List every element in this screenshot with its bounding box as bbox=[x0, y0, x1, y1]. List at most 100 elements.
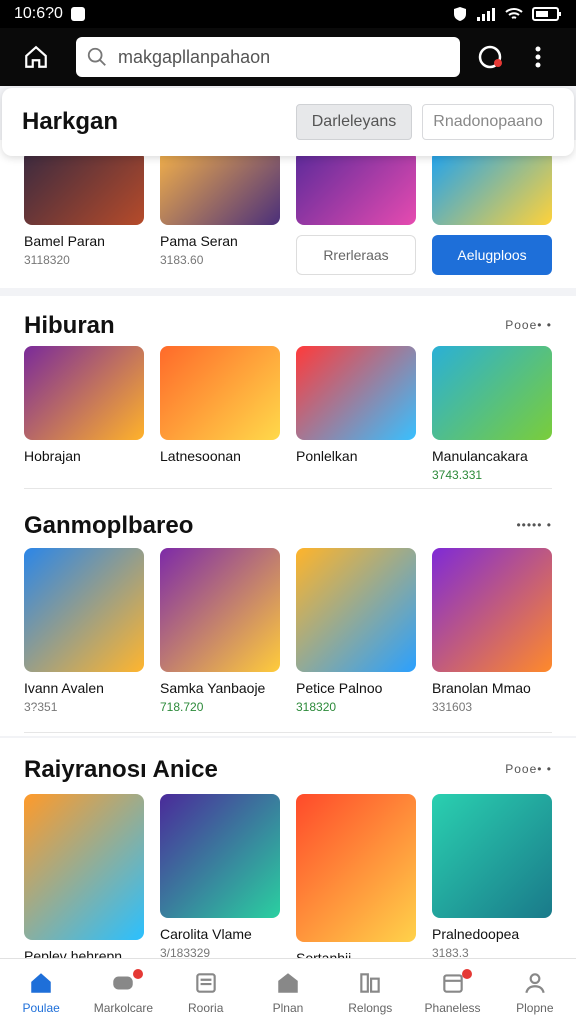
search-placeholder: makgapllanpahaon bbox=[118, 46, 271, 67]
featured-tile[interactable] bbox=[296, 150, 416, 225]
header-card: Harkgan Darleleyans Rnadonopaano bbox=[2, 88, 574, 156]
tile-title: Ivann Avalen bbox=[24, 680, 104, 696]
nav-label: Rooria bbox=[188, 1000, 224, 1015]
game-tile[interactable]: Manulancakara 3743.331 bbox=[432, 346, 552, 482]
section-title: Raiyranosı Anice bbox=[24, 756, 218, 783]
status-time: 10:6?0 bbox=[14, 5, 63, 22]
game-tile[interactable]: Ponlelkan bbox=[296, 346, 416, 464]
nav-item-home[interactable]: Poulae bbox=[0, 959, 82, 1024]
tile-title: Latnesoonan bbox=[160, 448, 241, 464]
notification-badge bbox=[461, 969, 472, 979]
featured-tile[interactable]: Bamel Paran 3118320 bbox=[24, 150, 144, 267]
game-tile[interactable]: Carolita Vlame 3/183329 bbox=[160, 794, 280, 960]
section-hiburan: Hiburan Pooe• • Hobrajan Latnesoonan Pon… bbox=[0, 296, 576, 496]
game-tile[interactable]: Ivann Avalen 3?351 bbox=[24, 548, 144, 714]
game-thumbnail bbox=[160, 150, 280, 225]
nav-label: Poulae bbox=[22, 1000, 60, 1015]
tile-title: Pralnedoopea bbox=[432, 926, 520, 942]
library-icon bbox=[356, 969, 384, 997]
header-button-primary[interactable]: Darleleyans bbox=[296, 104, 412, 140]
tile-subtitle: 3743.331 bbox=[432, 468, 483, 482]
tile-title: Bamel Paran bbox=[24, 233, 105, 249]
section-ganmoplbareo: Ganmoplbareo ••••• • Ivann Avalen 3?351 … bbox=[0, 496, 576, 736]
nav-item-rooria[interactable]: Rooria bbox=[165, 959, 247, 1024]
nav-item-phaneless[interactable]: Phaneless bbox=[411, 959, 493, 1024]
divider bbox=[24, 732, 552, 733]
home-button[interactable] bbox=[12, 33, 60, 81]
divider bbox=[24, 488, 552, 489]
profile-icon bbox=[521, 969, 549, 997]
game-thumbnail bbox=[24, 794, 144, 940]
header-button-secondary[interactable]: Rnadonopaano bbox=[422, 104, 554, 140]
primary-action-button[interactable]: Aelugploos bbox=[432, 235, 552, 275]
game-tile[interactable]: Peplev hehrepn bbox=[24, 794, 144, 964]
nav-label: Markolcare bbox=[93, 1000, 154, 1015]
tile-subtitle: 3?351 bbox=[24, 700, 58, 714]
game-thumbnail bbox=[296, 548, 416, 672]
notification-icon bbox=[70, 7, 85, 21]
tile-title: Pama Seran bbox=[160, 233, 238, 249]
nav-item-plnan[interactable]: Plnan bbox=[247, 959, 329, 1024]
bottom-navigation: Poulae Markolcare Rooria Plnan Relongs P… bbox=[0, 958, 576, 1024]
tile-title: Samka Yanbaoje bbox=[160, 680, 266, 696]
game-tile[interactable]: Samka Yanbaoje 718.720 bbox=[160, 548, 280, 714]
home-icon bbox=[25, 45, 47, 68]
game-tile[interactable]: Petice Palnoo 318320 bbox=[296, 548, 416, 714]
tile-title: Ponlelkan bbox=[296, 448, 358, 464]
tile-subtitle: 3118320 bbox=[24, 253, 70, 267]
tile-subtitle: 3183.60 bbox=[160, 253, 204, 267]
notification-badge bbox=[132, 969, 143, 979]
game-tile[interactable]: Sortanhii bbox=[296, 794, 416, 966]
battery-icon bbox=[532, 7, 561, 21]
nav-item-plopne[interactable]: Plopne bbox=[494, 959, 576, 1024]
tile-title: Hobrajan bbox=[24, 448, 81, 464]
game-tile[interactable]: Latnesoonan bbox=[160, 346, 280, 464]
game-thumbnail bbox=[432, 346, 552, 440]
game-tile[interactable]: Pralnedoopea 3183.3 bbox=[432, 794, 552, 960]
tile-subtitle: 331603 bbox=[432, 700, 473, 714]
nav-label: Phaneless bbox=[424, 1000, 481, 1015]
section-more-link[interactable]: ••••• • bbox=[516, 518, 552, 532]
app-bar: makgapllanpahaon bbox=[0, 28, 576, 86]
more-options-button[interactable] bbox=[520, 39, 556, 75]
nav-item-markolcare[interactable]: Markolcare bbox=[82, 959, 164, 1024]
nav-item-relongs[interactable]: Relongs bbox=[329, 959, 411, 1024]
secondary-action-button[interactable]: Rrerleraas bbox=[296, 235, 416, 275]
search-input[interactable]: makgapllanpahaon bbox=[76, 37, 460, 77]
section-title: Hiburan bbox=[24, 312, 115, 339]
game-tile[interactable]: Branolan Mmao 331603 bbox=[432, 548, 552, 714]
news-icon bbox=[192, 969, 220, 997]
tile-title: Branolan Mmao bbox=[432, 680, 531, 696]
game-thumbnail bbox=[432, 548, 552, 672]
game-thumbnail bbox=[160, 548, 280, 672]
game-thumbnail bbox=[160, 346, 280, 440]
game-thumbnail bbox=[296, 794, 416, 942]
game-tile[interactable]: Hobrajan bbox=[24, 346, 144, 464]
game-thumbnail bbox=[296, 150, 416, 225]
tile-subtitle: 718.720 bbox=[160, 700, 204, 714]
game-thumbnail bbox=[432, 794, 552, 918]
game-thumbnail bbox=[296, 346, 416, 440]
nav-label: Plnan bbox=[272, 1000, 304, 1015]
section-more-link[interactable]: Pooe• • bbox=[505, 318, 552, 332]
featured-tile[interactable] bbox=[432, 150, 552, 225]
game-thumbnail bbox=[24, 150, 144, 225]
nav-label: Relongs bbox=[348, 1000, 393, 1015]
featured-section: Bamel Paran 3118320 Pama Seran 3183.60 R… bbox=[0, 140, 576, 288]
shield-icon bbox=[454, 7, 466, 21]
featured-tile[interactable]: Pama Seran 3183.60 bbox=[160, 150, 280, 267]
store-icon bbox=[274, 969, 302, 997]
record-icon bbox=[478, 45, 502, 69]
tile-subtitle: 318320 bbox=[296, 700, 337, 714]
game-thumbnail bbox=[24, 548, 144, 672]
status-bar: 10:6?0 bbox=[0, 0, 576, 28]
signal-icon bbox=[477, 8, 495, 21]
section-more-link[interactable]: Pooe• • bbox=[505, 762, 552, 776]
section-raiyranosi-anice: Raiyranosı Anice Pooe• • Peplev hehrepn … bbox=[0, 738, 576, 966]
search-icon bbox=[87, 47, 106, 66]
home-icon bbox=[27, 969, 55, 997]
record-button[interactable] bbox=[472, 39, 508, 75]
section-title: Ganmoplbareo bbox=[24, 512, 194, 539]
tile-title: Carolita Vlame bbox=[160, 926, 252, 942]
nav-label: Plopne bbox=[516, 1000, 554, 1015]
